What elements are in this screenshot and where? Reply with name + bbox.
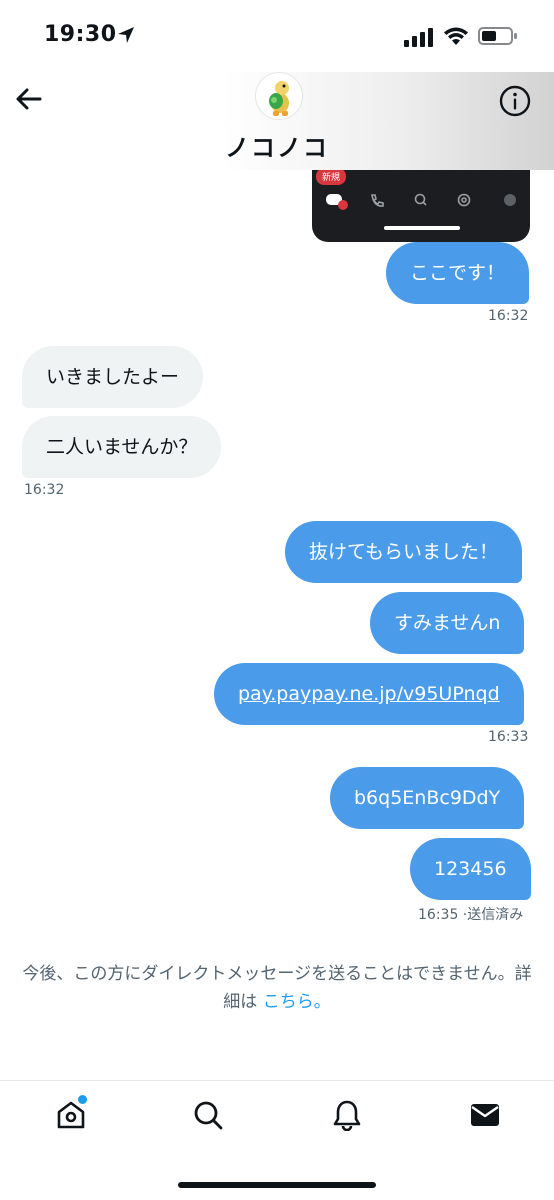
- search-icon: [414, 193, 427, 206]
- mention-icon: [457, 193, 471, 207]
- notice-details-link[interactable]: こちら。: [263, 992, 331, 1012]
- message-timestamp-sent: 16:35 ·送信済み: [418, 907, 524, 923]
- home-unread-dot: [78, 1095, 87, 1104]
- profile-icon: [504, 194, 516, 206]
- status-bar: 19:30: [0, 0, 554, 72]
- payment-link[interactable]: pay.paypay.ne.jp/v95UPnqd: [238, 683, 500, 705]
- shared-image-tabbar: [326, 193, 516, 210]
- message-bubble-link[interactable]: pay.paypay.ne.jp/v95UPnqd: [214, 663, 524, 725]
- conversation-title[interactable]: ノコノコ: [0, 128, 554, 163]
- phone-icon: [371, 194, 384, 207]
- shared-image-attachment[interactable]: 新規: [312, 162, 530, 242]
- shared-image-home-indicator: [384, 226, 460, 230]
- cellular-signal-icon: [404, 28, 433, 47]
- message-bubble-outgoing[interactable]: b6q5EnBc9DdY: [330, 767, 525, 829]
- message-bubble-incoming[interactable]: いきましたよー: [22, 346, 204, 408]
- search-icon[interactable]: [192, 1099, 224, 1131]
- discord-icon: [326, 194, 348, 210]
- location-arrow-icon: [118, 27, 134, 43]
- home-indicator: [178, 1182, 376, 1188]
- message-bubble-outgoing[interactable]: 抜けてもらいました！: [285, 521, 523, 583]
- new-badge: 新規: [316, 168, 347, 185]
- message-bubble-incoming[interactable]: 二人いませんか？: [22, 416, 222, 478]
- dm-restricted-notice: 今後、この方にダイレクトメッセージを送ることはできません。詳細は こちら。: [0, 960, 554, 1016]
- message-bubble-outgoing[interactable]: ここです！: [386, 242, 530, 304]
- messages-icon[interactable]: [469, 1099, 501, 1131]
- message-timestamp: 16:32: [488, 308, 529, 324]
- message-bubble-outgoing[interactable]: 123456: [410, 838, 531, 900]
- bottom-navigation: [0, 1080, 554, 1200]
- status-time: 19:30: [44, 22, 117, 47]
- conversation-header: ノコノコ: [0, 72, 554, 170]
- message-timestamp: 16:32: [24, 482, 65, 498]
- notifications-icon[interactable]: [331, 1099, 363, 1131]
- message-timestamp: 16:33: [488, 729, 529, 745]
- avatar[interactable]: [255, 72, 303, 120]
- info-icon[interactable]: [498, 84, 532, 118]
- back-arrow-icon[interactable]: [14, 84, 44, 114]
- message-bubble-outgoing[interactable]: すみませんn: [370, 592, 525, 654]
- battery-icon: [478, 27, 517, 45]
- koopa-avatar-icon: [269, 81, 289, 116]
- wifi-icon: [444, 27, 468, 45]
